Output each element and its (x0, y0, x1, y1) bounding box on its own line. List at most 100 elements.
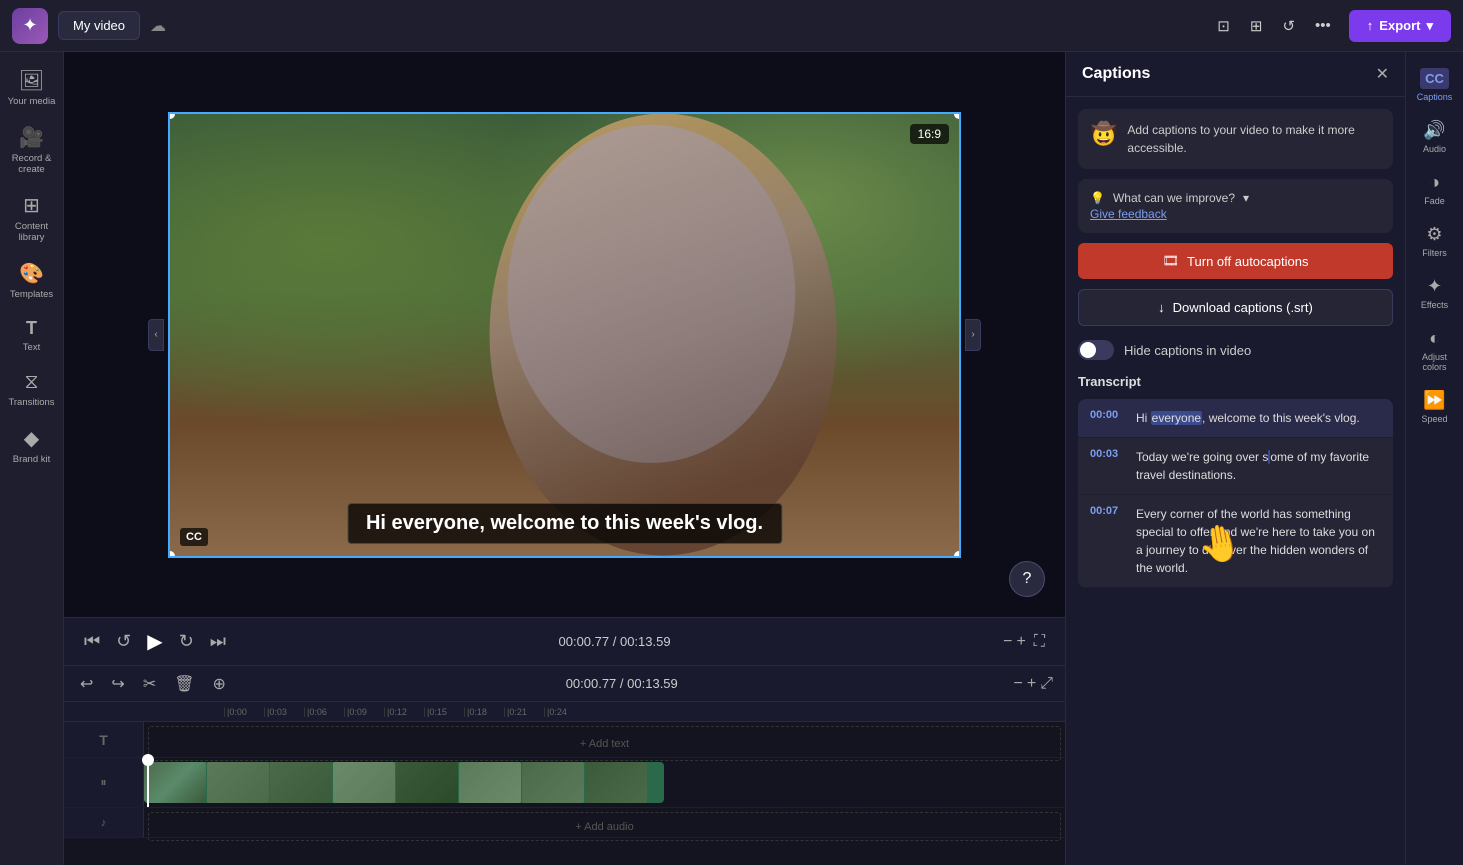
caption-info-text: Add captions to your video to make it mo… (1127, 121, 1381, 157)
preview-container: ‹ › Hi everyone, welcome to this week's … (168, 112, 961, 558)
add-audio-placeholder[interactable]: + Add audio (148, 812, 1061, 841)
clip-thumb-7 (522, 762, 584, 803)
captions-icon: CC (1420, 68, 1449, 89)
zoom-in-button[interactable]: + (1016, 633, 1025, 651)
time-display: 00:00.77 / 00:13.59 (559, 634, 671, 649)
rsi-fade[interactable]: ◑ Fade (1409, 164, 1461, 214)
record-create-icon: 🎥 (19, 125, 44, 150)
timeline-ruler: |0:00 |0:03 |0:06 |0:09 |0:12 |0:15 |0:1… (64, 702, 1065, 722)
delete-button[interactable]: 🗑 (170, 670, 198, 698)
audio-icon: 🔊 (1423, 120, 1445, 141)
clip-thumb-1 (144, 762, 206, 803)
rsi-effects[interactable]: ✦ Effects (1409, 268, 1461, 318)
toolbar-icons: ⊡ ⊞ ↺ ••• (1209, 11, 1339, 41)
sidebar-item-your-media[interactable]: 🖼 Your media (4, 60, 60, 115)
transcript-text-0: Hi everyone, welcome to this week's vlog… (1136, 409, 1360, 427)
sidebar-item-content-library[interactable]: ⊞ Content library (4, 185, 60, 251)
rsi-speed[interactable]: ⏩ Speed (1409, 382, 1461, 432)
playback-bar: ⏮ ↺ ▶ ↻ ⏭ 00:00.77 / 00:13.59 − + ⛶ (64, 617, 1065, 665)
info-emoji: 🤠 (1090, 121, 1117, 147)
zoom-controls: − + (1003, 633, 1026, 651)
video-title: My video (73, 18, 125, 33)
timeline-zoom-in[interactable]: + (1027, 675, 1036, 693)
aspect-ratio-badge: 16:9 (910, 124, 949, 144)
prev-frame-button[interactable]: ⏮ (84, 631, 100, 652)
hide-captions-label: Hide captions in video (1124, 343, 1251, 358)
rsi-adjust-colors[interactable]: ◐ Adjust colors (1409, 320, 1461, 380)
cut-button[interactable]: ✂ (139, 670, 160, 698)
rsi-audio[interactable]: 🔊 Audio (1409, 112, 1461, 162)
text-track-content[interactable]: + Add text (144, 722, 1065, 757)
rsi-captions[interactable]: CC Captions (1409, 60, 1461, 110)
video-clip[interactable] (144, 762, 664, 803)
help-button[interactable]: ? (1009, 561, 1045, 597)
zoom-out-button[interactable]: − (1003, 633, 1012, 651)
timeline-expand[interactable]: ⤢ (1040, 675, 1053, 693)
export-icon: ↑ (1367, 18, 1374, 33)
feedback-link[interactable]: Give feedback (1090, 207, 1249, 221)
resize-button[interactable]: ⊞ (1242, 11, 1271, 41)
autocaptions-icon: 🎞 (1163, 253, 1180, 269)
playhead (147, 758, 149, 807)
rotate-button[interactable]: ↺ (1274, 11, 1303, 41)
sidebar-item-record-create[interactable]: 🎥 Record & create (4, 117, 60, 183)
fullscreen-button[interactable]: ⛶ (1034, 633, 1045, 651)
transcript-entry-0[interactable]: 00:00 Hi everyone, welcome to this week'… (1078, 399, 1393, 438)
sidebar-item-brand-kit[interactable]: ◆ Brand kit (4, 418, 60, 473)
video-title-button[interactable]: My video (58, 11, 140, 40)
topbar: ✦ My video ☁ ⊡ ⊞ ↺ ••• ↑ Export ▾ (0, 0, 1463, 52)
clip-thumb-4 (333, 762, 395, 803)
text-track: T + Add text (64, 722, 1065, 758)
transcript-entry-2[interactable]: 00:07 Every corner of the world has some… (1078, 495, 1393, 588)
timeline-zoom-out[interactable]: − (1014, 675, 1023, 693)
handle-bottom-right[interactable] (954, 551, 961, 558)
download-captions-button[interactable]: ↓ Download captions (.srt) (1078, 289, 1393, 326)
timeline-time: 00:00.77 / 00:13.59 (566, 676, 678, 691)
preview-video: Hi everyone, welcome to this week's vlog… (168, 112, 961, 558)
turn-off-autocaptions-button[interactable]: 🎞 Turn off autocaptions (1078, 243, 1393, 279)
sidebar-item-label: Your media (8, 96, 56, 107)
sidebar-item-transitions[interactable]: ⧖ Transitions (4, 363, 60, 416)
tick-2: |0:06 (304, 707, 344, 717)
collapse-left-arrow[interactable]: ‹ (148, 319, 164, 351)
rewind-button[interactable]: ↺ (116, 631, 131, 652)
highlighted-word: everyone (1151, 411, 1202, 425)
add-text-placeholder[interactable]: + Add text (148, 726, 1061, 761)
hide-captions-toggle[interactable] (1078, 340, 1114, 360)
feedback-box: 💡 What can we improve? ▾ Give feedback (1078, 179, 1393, 233)
audio-track-content[interactable]: + Add audio (144, 808, 1065, 837)
speed-icon: ⏩ (1423, 390, 1445, 411)
export-dropdown-icon: ▾ (1426, 18, 1433, 34)
play-controls: ⏮ ↺ ▶ ↻ ⏭ (84, 629, 226, 654)
transcript-time-2: 00:07 (1090, 505, 1126, 577)
sidebar-item-text[interactable]: T Text (4, 310, 60, 361)
redo-button[interactable]: ↪ (107, 670, 128, 698)
tick-0: |0:00 (224, 707, 264, 717)
next-frame-button[interactable]: ⏭ (210, 631, 226, 652)
handle-top-right[interactable] (954, 112, 961, 119)
more-button[interactable]: ••• (1307, 11, 1339, 40)
sidebar-item-templates[interactable]: 🎨 Templates (4, 253, 60, 308)
undo-button[interactable]: ↩ (76, 670, 97, 698)
sidebar-item-label: Brand kit (13, 454, 51, 465)
collapse-right-arrow[interactable]: › (965, 319, 981, 351)
cloud-icon[interactable]: ☁ (150, 16, 166, 36)
play-button[interactable]: ▶ (147, 629, 162, 654)
forward-button[interactable]: ↻ (179, 631, 194, 652)
transcript-text-2: Every corner of the world has something … (1136, 505, 1381, 577)
transcript-entry-1[interactable]: 00:03 Today we're going over some of my … (1078, 438, 1393, 495)
tick-3: |0:09 (344, 707, 384, 717)
captions-panel: Captions ✕ 🤠 Add captions to your video … (1065, 52, 1405, 865)
tick-1: |0:03 (264, 707, 304, 717)
text-icon: T (26, 318, 37, 339)
add-media-button[interactable]: ⊕ (209, 670, 230, 698)
close-panel-button[interactable]: ✕ (1376, 64, 1389, 84)
export-button[interactable]: ↑ Export ▾ (1349, 10, 1451, 42)
transcript-title: Transcript (1078, 374, 1393, 389)
download-label: Download captions (.srt) (1173, 300, 1313, 315)
cc-badge[interactable]: CC (180, 528, 208, 546)
crop-button[interactable]: ⊡ (1209, 11, 1238, 41)
toggle-knob (1080, 342, 1096, 358)
rsi-filters[interactable]: ⚙ Filters (1409, 216, 1461, 266)
video-track-content (144, 758, 1065, 807)
